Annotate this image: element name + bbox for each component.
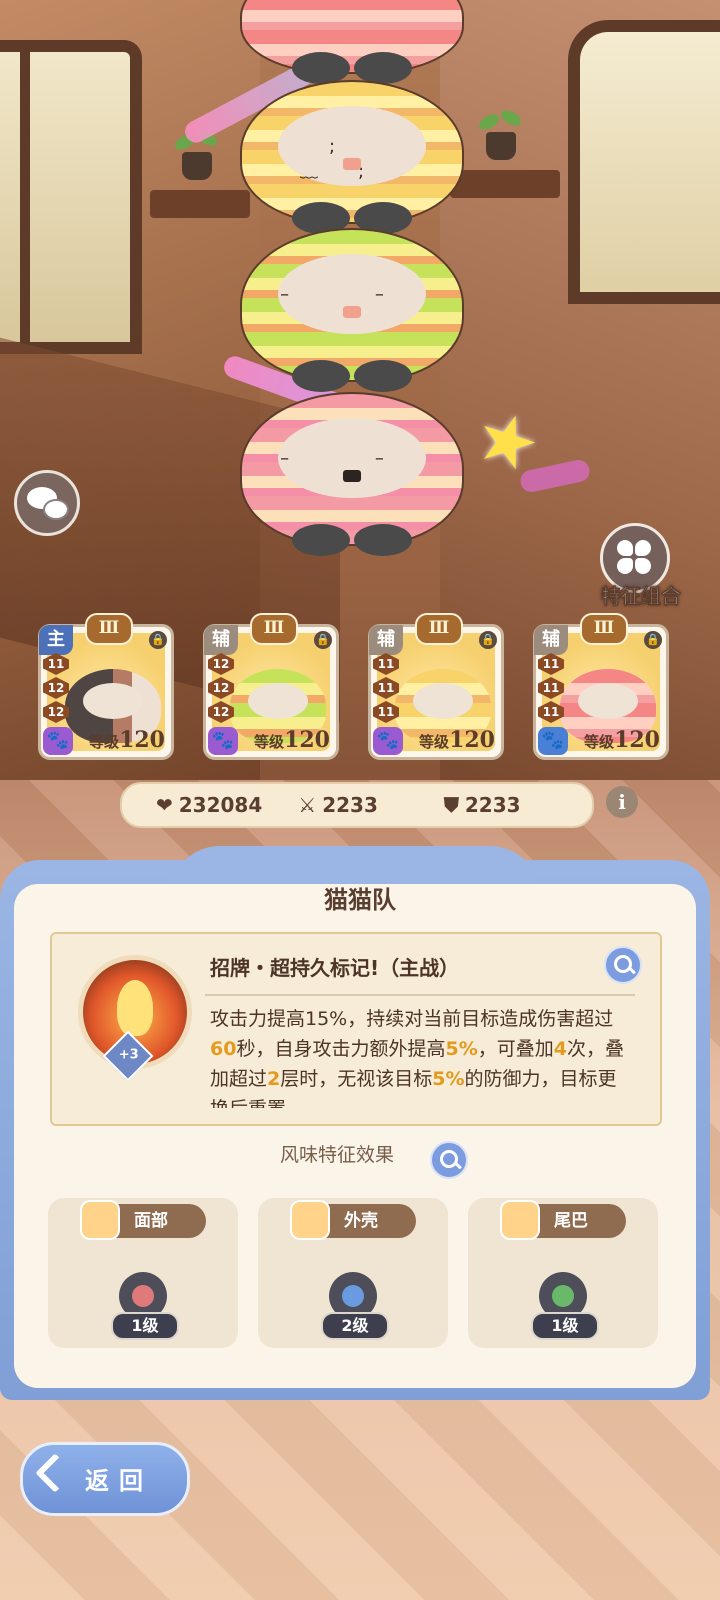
cat-level: 等级120	[254, 727, 330, 753]
chat-button[interactable]	[14, 470, 80, 536]
trait-level: 2级	[321, 1312, 389, 1340]
role-badge: 辅	[204, 625, 238, 655]
cat-crying: ;﹏;	[240, 80, 464, 234]
lock-icon: 🔒	[149, 631, 167, 649]
tier-badge: Ⅲ	[250, 613, 298, 645]
role-badge: 主	[39, 625, 73, 655]
lock-icon: 🔒	[644, 631, 662, 649]
cat-level: 等级120	[419, 727, 495, 753]
team-cat-card[interactable]: 辅 Ⅲ 🔒 11 11 11 🐾 等级120	[368, 613, 504, 760]
role-badge: 辅	[534, 625, 568, 655]
info-button[interactable]: i	[606, 786, 638, 818]
crossed-swords-icon: ⚔	[298, 793, 317, 817]
cat-sleepy: – –	[240, 228, 464, 392]
tier-badge: Ⅲ	[580, 613, 628, 645]
back-button[interactable]: 返回	[20, 1442, 190, 1516]
cat-calico: – –	[240, 392, 464, 556]
panel-title: 猫猫队	[324, 886, 396, 914]
trait-tag: 面部	[80, 1200, 206, 1240]
cat-level: 等级120	[584, 727, 660, 753]
cat-level: 等级120	[89, 727, 165, 753]
team-cat-card[interactable]: 辅 Ⅲ 🔒 11 11 11 🐾 等级120	[533, 613, 669, 760]
chat-bubble-icon	[43, 499, 69, 520]
shield-icon: ⛊	[443, 793, 459, 817]
shelf	[150, 190, 250, 218]
trait-level: 1级	[111, 1312, 179, 1340]
divider	[205, 994, 635, 996]
trait-icon	[500, 1200, 540, 1240]
lock-icon: 🔒	[479, 631, 497, 649]
flavor-effects-title: 风味特征效果	[279, 1144, 394, 1166]
defense-stat: ⛊ 2233	[444, 793, 521, 817]
paw-icon: 🐾	[538, 727, 568, 755]
plant-decoration	[476, 107, 526, 160]
team-cat-card[interactable]: 辅 Ⅲ 🔒 12 12 12 🐾 等级120	[203, 613, 339, 760]
team-cat-card[interactable]: 主 Ⅲ 🔒 11 12 12 🐾 等级120	[38, 613, 174, 760]
tier-badge: Ⅲ	[85, 613, 133, 645]
defense-value: 2233	[464, 793, 521, 817]
lock-icon: 🔒	[314, 631, 332, 649]
skill-zoom-button[interactable]	[604, 946, 642, 984]
trait-icon	[290, 1200, 330, 1240]
heart-icon: ❤	[156, 793, 173, 817]
skill-description[interactable]: 攻击力提高15%，持续对当前目标造成伤害超过60秒，自身攻击力额外提高5%，可叠…	[210, 1004, 630, 1108]
left-window	[0, 40, 142, 354]
role-badge: 辅	[369, 625, 403, 655]
paw-icon: 🐾	[43, 727, 73, 755]
paw-icon: 🐾	[208, 727, 238, 755]
attack-value: 2233	[322, 793, 378, 817]
hp-value: 232084	[178, 793, 263, 817]
paw-icon: 🐾	[373, 727, 403, 755]
back-arrow-icon	[35, 1453, 75, 1493]
tier-badge: Ⅲ	[415, 613, 463, 645]
flavor-zoom-button[interactable]	[430, 1141, 468, 1179]
clover-icon	[617, 540, 633, 556]
back-label: 返回	[85, 1467, 153, 1495]
trait-tag: 外壳	[290, 1200, 416, 1240]
skill-name: 招牌・超持久标记!（主战）	[210, 956, 460, 980]
cat-top	[240, 0, 464, 84]
right-window	[568, 20, 720, 304]
trait-tag: 尾巴	[500, 1200, 626, 1240]
trait-combo-label[interactable]: 特征组合	[576, 580, 706, 609]
attack-stat: ⚔ 2233	[298, 793, 378, 817]
cat-stack: ;﹏; – – – –	[240, 0, 470, 560]
team-stats-bar: ❤ 232084 ⚔ 2233 ⛊ 2233	[120, 782, 594, 828]
trait-level: 1级	[531, 1312, 599, 1340]
trait-icon	[80, 1200, 120, 1240]
team-card-row: 主 Ⅲ 🔒 11 12 12 🐾 等级120 辅 Ⅲ 🔒 12 12 12 🐾 等级12…	[38, 612, 678, 762]
hp-stat: ❤ 232084	[156, 793, 262, 817]
